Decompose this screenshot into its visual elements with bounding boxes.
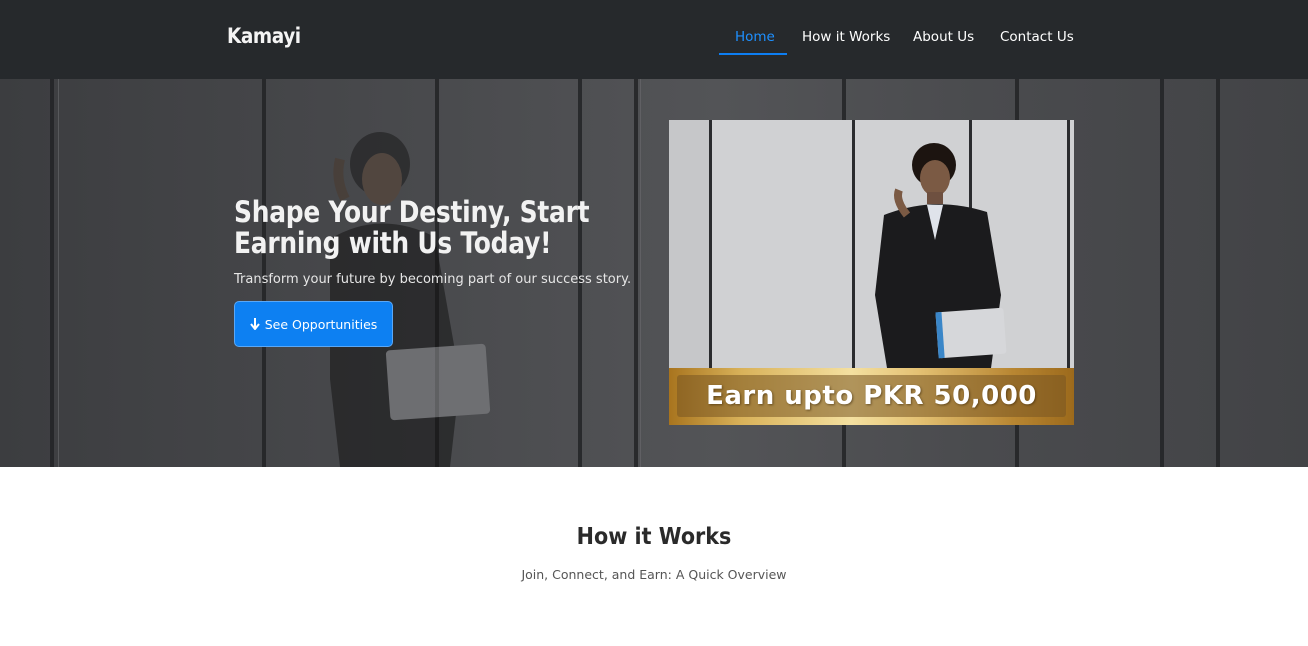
hero-section: Shape Your Destiny, Start Earning with U… [0, 79, 1308, 467]
background-panel-divider [634, 79, 638, 467]
background-panel-divider [1216, 79, 1220, 467]
earnings-banner-plate: Earn upto PKR 50,000 [677, 375, 1066, 417]
active-nav-indicator [719, 53, 787, 55]
nav-link-about-us[interactable]: About Us [913, 29, 974, 45]
how-it-works-title: How it Works [576, 524, 732, 550]
hero-promo-image: Earn upto PKR 50,000 [669, 120, 1074, 425]
earnings-banner: Earn upto PKR 50,000 [669, 368, 1074, 425]
nav-link-how-it-works[interactable]: How it Works [802, 29, 890, 45]
background-person-image [330, 132, 491, 467]
see-opportunities-button[interactable]: See Opportunities [234, 301, 393, 347]
hero-title: Shape Your Destiny, Start Earning with U… [234, 195, 590, 260]
how-it-works-subtitle: Join, Connect, and Earn: A Quick Overvie… [521, 567, 787, 582]
background-panel-glint [640, 79, 641, 467]
navbar: Kamayi Home How it Works About Us Contac… [0, 0, 1308, 79]
promo-photo [669, 120, 1074, 368]
arrow-down-icon [249, 318, 260, 330]
nav-link-contact-us[interactable]: Contact Us [1000, 29, 1074, 45]
background-panel-divider [50, 79, 54, 467]
hero-subtitle: Transform your future by becoming part o… [234, 272, 632, 287]
earnings-banner-text: Earn upto PKR 50,000 [706, 381, 1037, 411]
see-opportunities-label: See Opportunities [264, 316, 378, 332]
background-panel-divider [1160, 79, 1164, 467]
background-panel-glint [58, 79, 59, 467]
main-nav: Home How it Works About Us Contact Us [0, 0, 1308, 79]
nav-link-home[interactable]: Home [735, 29, 775, 45]
